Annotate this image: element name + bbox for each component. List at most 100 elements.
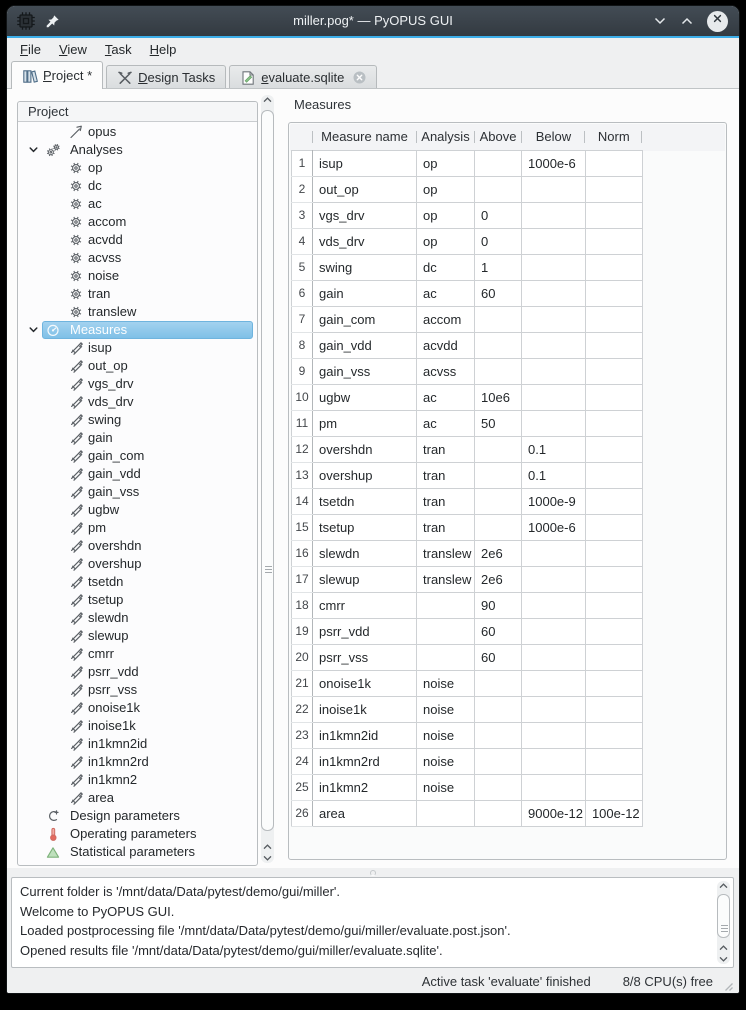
cell-above[interactable]	[475, 670, 522, 696]
cell-analysis[interactable]: noise	[417, 670, 475, 696]
row-number[interactable]: 25	[292, 774, 313, 800]
cell-analysis[interactable]	[417, 618, 475, 644]
cell-measure-name[interactable]: gain_vss	[313, 358, 417, 384]
cell-below[interactable]	[522, 202, 586, 228]
row-number[interactable]: 7	[292, 306, 313, 332]
cell-above[interactable]: 10e6	[475, 384, 522, 410]
tree-item-gain-vdd[interactable]: gain_vdd	[18, 465, 257, 483]
tree-item-cmrr[interactable]: cmrr	[18, 645, 257, 663]
scroll-up-icon[interactable]	[719, 945, 728, 951]
cell-above[interactable]: 1	[475, 254, 522, 280]
cell-analysis[interactable]: op	[417, 150, 475, 176]
cell-analysis[interactable]: tran	[417, 462, 475, 488]
tree-item-psrr-vdd[interactable]: psrr_vdd	[18, 663, 257, 681]
row-number[interactable]: 9	[292, 358, 313, 384]
cell-below[interactable]	[522, 592, 586, 618]
tree-item-in1kmn2[interactable]: in1kmn2	[18, 771, 257, 789]
scroll-up-icon[interactable]	[719, 883, 728, 889]
cell-norm[interactable]	[585, 566, 642, 592]
cell-norm[interactable]	[585, 254, 642, 280]
expander-chevron-down-icon[interactable]	[29, 146, 38, 154]
tree-item-overshdn[interactable]: overshdn	[18, 537, 257, 555]
tab-design-tasks[interactable]: Design Tasks	[106, 65, 226, 89]
row-number[interactable]: 24	[292, 748, 313, 774]
cell-norm[interactable]	[585, 462, 642, 488]
cell-below[interactable]	[522, 410, 586, 436]
cell-measure-name[interactable]: out_op	[313, 176, 417, 202]
cell-analysis[interactable]: noise	[417, 722, 475, 748]
tree-scrollbar[interactable]	[261, 95, 274, 863]
cell-measure-name[interactable]: isup	[313, 150, 417, 176]
cell-measure-name[interactable]: pm	[313, 410, 417, 436]
row-number[interactable]: 14	[292, 488, 313, 514]
cell-norm[interactable]	[585, 774, 642, 800]
tree-item-ugbw[interactable]: ugbw	[18, 501, 257, 519]
tree-item-slewup[interactable]: slewup	[18, 627, 257, 645]
cell-above[interactable]: 60	[475, 644, 522, 670]
cell-below[interactable]	[522, 306, 586, 332]
cell-below[interactable]	[522, 774, 586, 800]
tree-item-op[interactable]: op	[18, 159, 257, 177]
tree-item-area[interactable]: area	[18, 789, 257, 807]
cell-measure-name[interactable]: cmrr	[313, 592, 417, 618]
cell-measure-name[interactable]: in1kmn2id	[313, 722, 417, 748]
tree-item-in1kmn2id[interactable]: in1kmn2id	[18, 735, 257, 753]
tree-item-vgs-drv[interactable]: vgs_drv	[18, 375, 257, 393]
row-number[interactable]: 1	[292, 150, 313, 176]
cell-measure-name[interactable]: slewup	[313, 566, 417, 592]
cell-below[interactable]	[522, 176, 586, 202]
row-number[interactable]: 21	[292, 670, 313, 696]
row-number[interactable]: 11	[292, 410, 313, 436]
cell-analysis[interactable]	[417, 644, 475, 670]
cell-above[interactable]	[475, 150, 522, 176]
cell-above[interactable]	[475, 358, 522, 384]
cell-below[interactable]	[522, 748, 586, 774]
row-number[interactable]: 6	[292, 280, 313, 306]
tree-item-slewdn[interactable]: slewdn	[18, 609, 257, 627]
cell-below[interactable]	[522, 566, 586, 592]
cell-measure-name[interactable]: ugbw	[313, 384, 417, 410]
cell-norm[interactable]	[585, 592, 642, 618]
cell-above[interactable]: 2e6	[475, 540, 522, 566]
tree-item-out-op[interactable]: out_op	[18, 357, 257, 375]
cell-norm[interactable]	[585, 696, 642, 722]
tree-item-onoise1k[interactable]: onoise1k	[18, 699, 257, 717]
cell-above[interactable]	[475, 306, 522, 332]
cell-below[interactable]	[522, 722, 586, 748]
cell-norm[interactable]	[585, 514, 642, 540]
cell-below[interactable]	[522, 644, 586, 670]
cell-measure-name[interactable]: slewdn	[313, 540, 417, 566]
cell-above[interactable]: 0	[475, 228, 522, 254]
column-header-analysis[interactable]: Analysis	[417, 124, 475, 150]
cell-above[interactable]	[475, 514, 522, 540]
cell-norm[interactable]	[585, 540, 642, 566]
scroll-up-icon[interactable]	[263, 97, 272, 103]
tree-item-noise[interactable]: noise	[18, 267, 257, 285]
tree-scrollbar-thumb[interactable]	[261, 110, 274, 831]
tree-item-inoise1k[interactable]: inoise1k	[18, 717, 257, 735]
cell-measure-name[interactable]: onoise1k	[313, 670, 417, 696]
cell-norm[interactable]	[585, 410, 642, 436]
cell-analysis[interactable]: acvss	[417, 358, 475, 384]
tree-item-gain[interactable]: gain	[18, 429, 257, 447]
tree-item-tsetup[interactable]: tsetup	[18, 591, 257, 609]
cell-norm[interactable]	[585, 280, 642, 306]
tree-item-ac[interactable]: ac	[18, 195, 257, 213]
cell-measure-name[interactable]: psrr_vdd	[313, 618, 417, 644]
cell-below[interactable]: 1000e-6	[522, 150, 586, 176]
cell-analysis[interactable]: op	[417, 228, 475, 254]
row-number[interactable]: 4	[292, 228, 313, 254]
cell-norm[interactable]	[585, 670, 642, 696]
row-number[interactable]: 8	[292, 332, 313, 358]
row-number[interactable]: 18	[292, 592, 313, 618]
cell-norm[interactable]	[585, 176, 642, 202]
cell-measure-name[interactable]: in1kmn2rd	[313, 748, 417, 774]
cell-norm[interactable]	[585, 384, 642, 410]
cell-analysis[interactable]: translew	[417, 540, 475, 566]
column-header-above[interactable]: Above	[475, 124, 522, 150]
cell-below[interactable]	[522, 670, 586, 696]
cell-analysis[interactable]: dc	[417, 254, 475, 280]
cell-below[interactable]: 9000e-12	[522, 800, 586, 826]
scroll-down-icon[interactable]	[719, 956, 728, 962]
cell-above[interactable]	[475, 696, 522, 722]
